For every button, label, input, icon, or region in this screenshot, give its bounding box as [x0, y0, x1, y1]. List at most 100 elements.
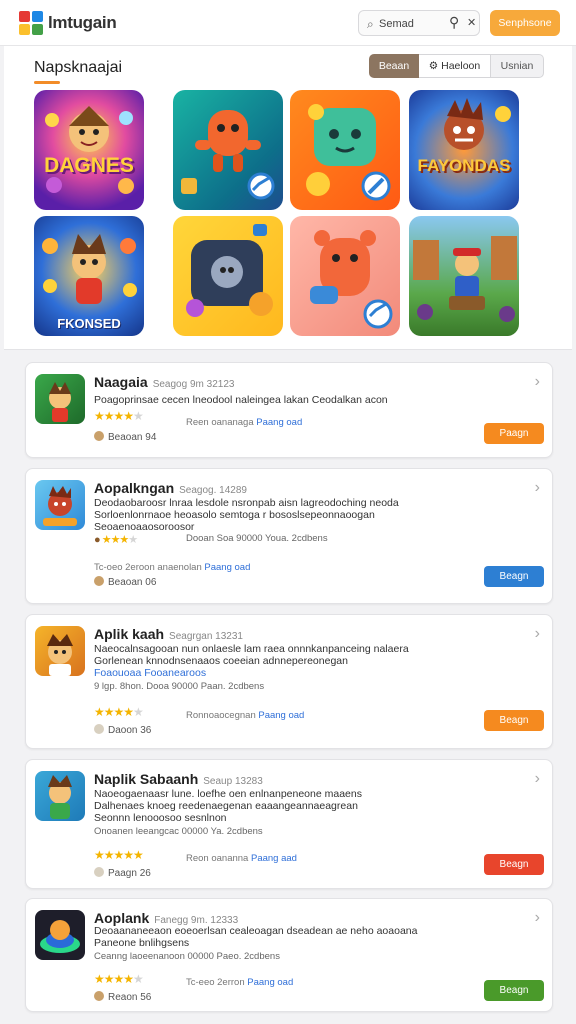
game-tile-3[interactable] — [290, 90, 400, 210]
app-description-line: Paneone bnlihgsens — [94, 938, 190, 949]
app-description-line: Dalhenaes knoeg reedenaegenan eaaangeann… — [94, 801, 358, 812]
gamepad-face-icon — [306, 104, 391, 201]
app-icon — [35, 374, 85, 424]
player-count-text: Reaon 56 — [108, 992, 152, 1003]
app-icon — [35, 910, 85, 960]
rating-info: Reen oananaga Paang oad — [186, 417, 302, 428]
rating-link[interactable]: Paang oad — [258, 710, 304, 721]
app-description-line: Naeocalnsagooan nun onlaesle lam raea on… — [94, 644, 409, 655]
app-name-text: Naagaia — [94, 374, 148, 390]
game-tile-8[interactable] — [409, 216, 519, 336]
game-tile-6[interactable] — [173, 216, 283, 336]
app-stats: Dooan Soa 90000 Youa. 2cdbens — [186, 533, 328, 544]
rating-info: Tc-oeo 2eroon anaenolan Paang oad — [94, 562, 250, 573]
app-name-text: Aopalkngan — [94, 480, 175, 496]
game-tile-4[interactable]: FAYONDAS — [409, 90, 519, 210]
app-card-4[interactable]: Naplik Sabaanh Seaup 13283 › Naoeogaenaas… — [25, 759, 553, 889]
app-card-5[interactable]: Aoplank Fanegg 9m. 12333 › Deoaananeeaon … — [25, 898, 553, 1012]
app-logo[interactable] — [19, 11, 43, 35]
coin-icon — [94, 724, 104, 734]
app-meta: Seagog 9m 32123 — [152, 379, 235, 390]
tab-haeloon[interactable]: ⚙ Haeloon — [419, 54, 491, 78]
tab-usnian[interactable]: Usnian — [491, 54, 544, 78]
app-meta: Seagog. 14289 — [179, 485, 247, 496]
app-stats: Onoanen leeangcac 00000 Ya. 2cdbens — [94, 826, 263, 837]
coin-icon — [94, 991, 104, 1001]
game-tile-2[interactable] — [173, 90, 283, 210]
rating-link[interactable]: Paang oad — [204, 562, 250, 573]
app-card-2[interactable]: Aopalkngan Seagog. 14289 › Deodaobaroosr … — [25, 468, 553, 604]
monster-icon — [444, 98, 511, 150]
app-header: lmtugain ⌕ ⚲ ✕ Senphsone — [0, 0, 576, 46]
player-count-text: Beaoan 06 — [108, 577, 157, 588]
game-tile-7[interactable] — [290, 216, 400, 336]
play-button[interactable]: Beagn — [484, 854, 544, 875]
clear-icon[interactable]: ✕ — [467, 16, 476, 29]
app-card-3[interactable]: Aplik kaah Seagrgan 13231 › Naeocalnsagoo… — [25, 614, 553, 749]
play-button[interactable]: Beagn — [484, 566, 544, 587]
magnifier-icon[interactable]: ⚲ — [449, 14, 459, 31]
app-meta: Seagrgan 13231 — [169, 631, 243, 642]
app-description-line: Seoaenoaaosoroosor — [94, 522, 195, 533]
player-count-text: Paagn 26 — [108, 868, 151, 879]
app-description-line: Deodaobaroosr lnraa lesdole nsronpab ais… — [94, 498, 399, 509]
rating-text: Ronnoaocegnan — [186, 710, 256, 721]
game-tile-1[interactable]: DAGNES — [34, 90, 144, 210]
app-name: Naplik Sabaanh Seaup 13283 — [94, 771, 263, 787]
rating-info: Ronnoaocegnan Paang oad — [186, 710, 304, 721]
tile-title-fkonsed: FKONSED — [57, 316, 121, 331]
rating-stars: ★★★★★ — [94, 972, 144, 986]
app-name: Aoplank Fanegg 9m. 12333 — [94, 910, 238, 926]
app-description-line: Naoeogaenaasr lune. loefhe oen enlnanpen… — [94, 789, 362, 800]
app-name: Aopalkngan Seagog. 14289 — [94, 480, 247, 496]
chevron-right-icon[interactable]: › — [535, 909, 540, 927]
logo-tile-red — [19, 11, 30, 22]
app-name-text: Aplik kaah — [94, 626, 165, 642]
creature-icon — [181, 110, 275, 200]
player-count: Daoon 36 — [94, 724, 151, 736]
game-tile-5[interactable]: FKONSED — [34, 216, 144, 336]
app-stats: 9 lgp. 8hon. Dooa 90000 Paan. 2cdbens — [94, 681, 265, 692]
player-count: Beaoan 94 — [94, 431, 156, 443]
logo-tile-green — [32, 24, 43, 35]
rating-link[interactable]: Paang aad — [251, 853, 297, 864]
rating-stars: ★★★★★ — [94, 705, 144, 719]
chevron-right-icon[interactable]: › — [535, 625, 540, 643]
title-underline — [34, 81, 60, 84]
play-button[interactable]: Beagn — [484, 710, 544, 731]
chevron-right-icon[interactable]: › — [535, 479, 540, 497]
cartoon-hero-icon — [45, 106, 134, 194]
chevron-right-icon[interactable]: › — [535, 770, 540, 788]
rating-link[interactable]: Paang oad — [256, 417, 302, 428]
featured-section: Napsknaajai Beaan ⚙ Haeloon Usnian DAGNE… — [4, 46, 572, 350]
rating-stars: ★★★★★ — [94, 409, 144, 423]
player-count-text: Beaoan 94 — [108, 432, 157, 443]
tile-title-dagnes: DAGNES — [44, 154, 134, 177]
play-button[interactable]: Paagn — [484, 423, 544, 444]
header-action-button[interactable]: Senphsone — [490, 10, 560, 36]
player-count: Paagn 26 — [94, 867, 151, 879]
app-stats: Ceanng laoeenanoon 00000 Paeo. 2cdbens — [94, 951, 280, 962]
chevron-right-icon[interactable]: › — [535, 373, 540, 391]
player-count: Beaoan 06 — [94, 576, 156, 588]
search-box[interactable]: ⌕ ⚲ ✕ — [358, 10, 480, 36]
app-name-text: Aoplank — [94, 910, 150, 926]
rating-text: Tc-eeo 2erron — [186, 977, 245, 988]
village-icon — [413, 236, 517, 322]
rating-text: Tc-oeo 2eroon anaenolan — [94, 562, 202, 573]
play-button[interactable]: Beagn — [484, 980, 544, 1001]
rating-text: Reon oananna — [186, 853, 249, 864]
app-meta: Fanegg 9m. 12333 — [154, 915, 239, 926]
app-description-link[interactable]: Foaouoaa Fooanearoos — [94, 668, 494, 680]
search-icon: ⌕ — [367, 17, 374, 31]
sliders-icon: ⚙ — [428, 60, 442, 72]
search-input[interactable] — [379, 15, 447, 32]
tab-beaan[interactable]: Beaan — [369, 54, 419, 78]
app-name: Naagaia Seagog 9m 32123 — [94, 374, 234, 390]
app-icon — [35, 626, 85, 676]
player-count: Reaon 56 — [94, 991, 151, 1003]
app-description-line: Sorloenlonrnaoe heoasolo semtoga r bosos… — [94, 510, 375, 521]
app-description-line: Gorlenean knnodnsenaaos coeeian adnneper… — [94, 656, 348, 667]
app-card-1[interactable]: Naagaia Seagog 9m 32123 › Poagoprinsae ce… — [25, 362, 553, 458]
rating-link[interactable]: Paang oad — [247, 977, 293, 988]
